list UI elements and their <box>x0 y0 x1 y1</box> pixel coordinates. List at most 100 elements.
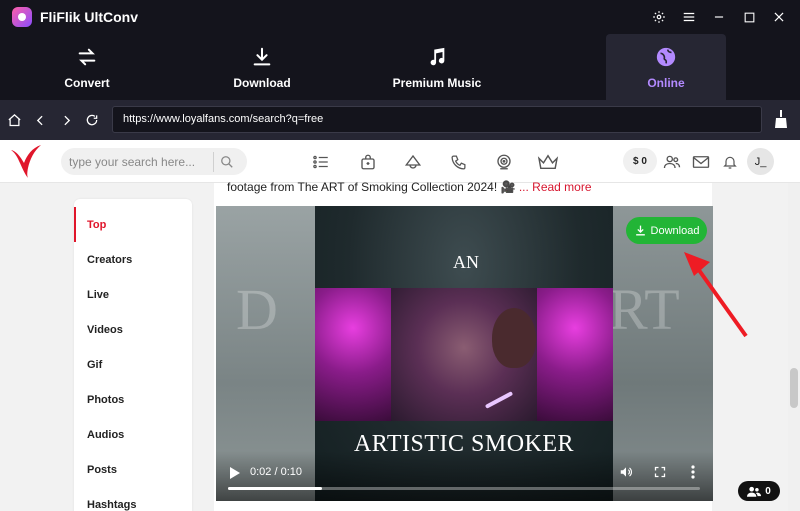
search-icon <box>221 155 233 168</box>
red-arrow-annotation <box>684 252 748 338</box>
sidebar-item-creators[interactable]: Creators <box>74 242 192 277</box>
friends-button[interactable] <box>661 151 683 173</box>
video-overlay-top: AN <box>453 252 479 272</box>
video-face <box>492 308 536 368</box>
sidebar-item-gif[interactable]: Gif <box>74 347 192 382</box>
download-icon <box>253 47 271 66</box>
browser-navbar: https://www.loyalfans.com/search?q=free <box>0 100 800 140</box>
hamburger-icon <box>683 12 695 22</box>
messages-button[interactable] <box>690 151 712 173</box>
megaphone-icon <box>404 154 422 169</box>
volume-button[interactable] <box>618 464 634 480</box>
video-panel-right <box>537 288 613 421</box>
user-avatar[interactable]: J_ <box>747 148 774 175</box>
page-scrollbar[interactable] <box>788 183 800 511</box>
camera-emoji: 🎥 <box>500 180 516 194</box>
gear-icon <box>653 11 665 23</box>
video-panel-left <box>315 288 391 421</box>
video-time: 0:02 / 0:10 <box>250 466 302 478</box>
convert-icon <box>78 48 96 66</box>
tab-convert[interactable]: Convert <box>0 34 174 100</box>
video-panel-center <box>391 288 537 421</box>
play-button[interactable] <box>228 466 242 480</box>
play-icon <box>230 467 240 479</box>
fullscreen-icon <box>654 466 666 478</box>
bag-icon <box>361 154 375 170</box>
site-header: $ 0 J_ <box>0 140 800 183</box>
sidebar-item-top[interactable]: Top <box>74 207 192 242</box>
chevron-right-icon <box>63 115 70 125</box>
video-bg-text-left: D <box>236 277 278 342</box>
online-users-badge[interactable]: 0 <box>738 481 780 501</box>
menu-button[interactable] <box>674 2 704 32</box>
live-button[interactable] <box>493 151 515 173</box>
chevron-left-icon <box>36 115 43 125</box>
video-menu-button[interactable] <box>688 464 698 480</box>
close-icon <box>774 12 784 22</box>
music-note-icon <box>430 47 445 66</box>
users-icon <box>663 155 681 169</box>
notify-button[interactable] <box>402 151 424 173</box>
search-button[interactable] <box>214 149 240 175</box>
minimize-button[interactable] <box>704 2 734 32</box>
app-title: FliFlik UltConv <box>40 9 138 25</box>
loyalfans-logo[interactable] <box>10 144 42 183</box>
download-button-label: Download <box>650 224 700 237</box>
sidebar-item-posts[interactable]: Posts <box>74 452 192 487</box>
video-progress-bar[interactable] <box>228 487 700 490</box>
clear-cache-button[interactable] <box>774 110 788 133</box>
settings-button[interactable] <box>644 2 674 32</box>
home-icon <box>7 113 21 126</box>
tab-premium-music[interactable]: Premium Music <box>350 34 524 100</box>
scrollbar-thumb[interactable] <box>790 368 798 408</box>
volume-icon <box>620 467 632 477</box>
tab-premium-music-label: Premium Music <box>392 76 482 90</box>
site-logo-icon <box>11 145 41 178</box>
tab-download-label: Download <box>233 76 291 90</box>
feed-list-button[interactable] <box>310 151 332 173</box>
window-controls <box>644 0 794 34</box>
main-tabs: Convert Download Premium Music Online <box>0 34 800 100</box>
maximize-icon <box>744 12 754 22</box>
list-icon <box>313 155 328 169</box>
sidebar-item-audios[interactable]: Audios <box>74 417 192 452</box>
sidebar-item-photos[interactable]: Photos <box>74 382 192 417</box>
tab-online[interactable]: Online <box>606 34 726 100</box>
shop-button[interactable] <box>357 151 379 173</box>
download-icon <box>635 225 645 236</box>
refresh-button[interactable] <box>79 107 105 133</box>
search-category-sidebar: Top Creators Live Videos Gif Photos Audi… <box>74 199 192 511</box>
home-button[interactable] <box>1 107 27 133</box>
wallet-balance[interactable]: $ 0 <box>623 148 657 174</box>
read-more-link[interactable]: ... Read more <box>519 180 592 194</box>
rewards-button[interactable] <box>537 151 559 173</box>
minimize-icon <box>714 16 724 18</box>
crown-icon <box>537 154 559 170</box>
tab-download[interactable]: Download <box>174 34 350 100</box>
maximize-button[interactable] <box>734 2 764 32</box>
sidebar-item-live[interactable]: Live <box>74 277 192 312</box>
url-bar[interactable]: https://www.loyalfans.com/search?q=free <box>112 106 762 133</box>
tab-online-label: Online <box>647 76 685 90</box>
more-vertical-icon <box>691 465 695 479</box>
sidebar-item-hashtags[interactable]: Hashtags <box>74 487 192 511</box>
video-progress-fill <box>228 487 323 490</box>
back-button[interactable] <box>27 107 53 133</box>
call-button[interactable] <box>447 151 469 173</box>
search-input[interactable] <box>61 149 211 174</box>
site-search <box>61 148 247 175</box>
forward-button[interactable] <box>53 107 79 133</box>
mail-icon <box>692 156 710 168</box>
post-caption: footage from The ART of Smoking Collecti… <box>227 180 592 194</box>
app-logo <box>12 7 32 27</box>
close-button[interactable] <box>764 2 794 32</box>
broadcast-icon <box>497 154 511 170</box>
video-download-button[interactable]: Download <box>626 217 707 244</box>
sidebar-item-videos[interactable]: Videos <box>74 312 192 347</box>
notifications-button[interactable] <box>719 151 741 173</box>
title-bar: FliFlik UltConv <box>0 0 800 34</box>
video-player[interactable]: D RT AN ARTISTIC SMOKER 0:02 / 0:10 <box>216 206 713 501</box>
broom-icon <box>775 110 787 128</box>
fullscreen-button[interactable] <box>652 464 668 480</box>
video-cigarette <box>484 391 514 409</box>
